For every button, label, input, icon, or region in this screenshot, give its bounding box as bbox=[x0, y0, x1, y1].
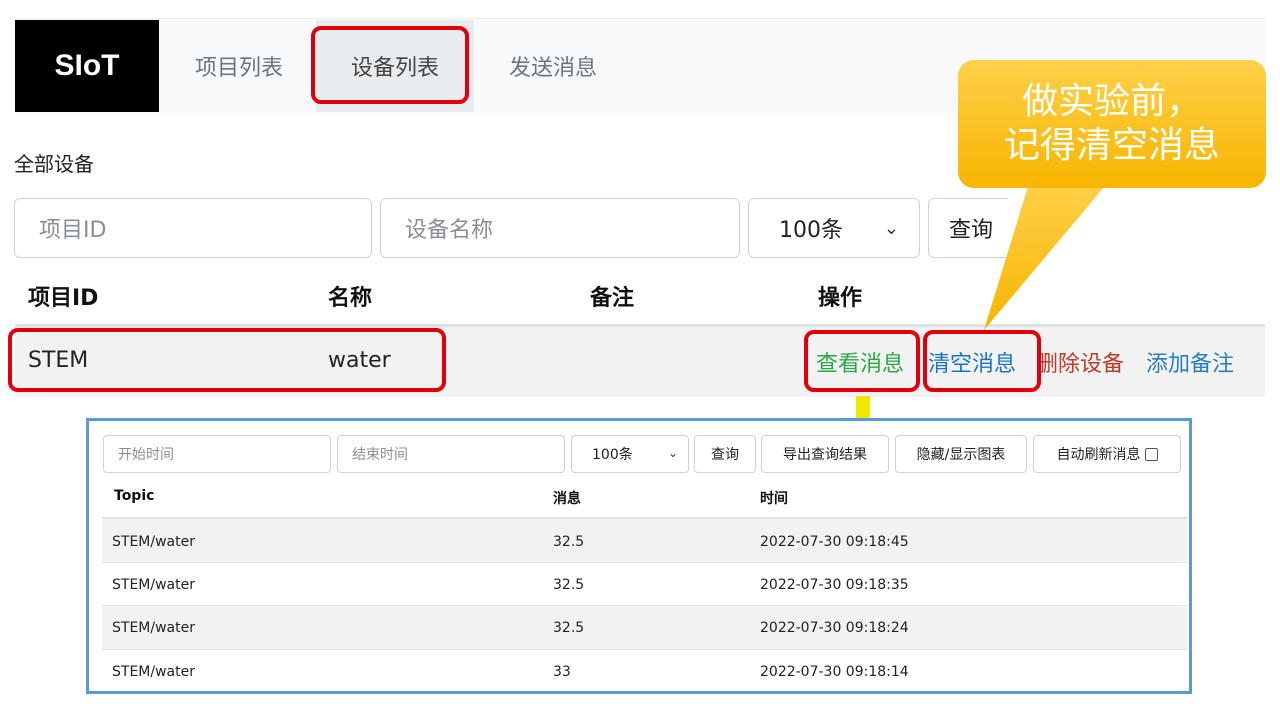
nav-item-send-message[interactable]: 发送消息 bbox=[488, 20, 618, 112]
table-row-stripe bbox=[102, 519, 1187, 562]
chevron-down-icon: ⌄ bbox=[667, 446, 678, 460]
add-note-link[interactable]: 添加备注 bbox=[1146, 346, 1234, 378]
callout-line-2: 记得清空消息 bbox=[1003, 125, 1220, 166]
col-header-time: 时间 bbox=[760, 491, 788, 507]
col-header-project-id: 项目ID bbox=[28, 286, 99, 311]
messages-limit-select[interactable]: 100条 ⌄ bbox=[571, 435, 689, 473]
cell-message: 32.5 bbox=[553, 577, 585, 593]
start-time-placeholder: 开始时间 bbox=[118, 447, 174, 463]
auto-refresh-label: 自动刷新消息 bbox=[1056, 447, 1141, 463]
device-name-input[interactable]: 设备名称 bbox=[380, 198, 740, 258]
auto-refresh-checkbox[interactable] bbox=[1144, 447, 1158, 461]
reminder-callout: 做实验前， 记得清空消息 bbox=[958, 60, 1266, 188]
messages-query-button[interactable]: 查询 bbox=[694, 435, 756, 473]
cell-message: 33 bbox=[553, 664, 571, 680]
messages-limit-value: 100条 bbox=[592, 447, 633, 463]
highlight-devices-tab bbox=[311, 26, 469, 104]
brand-logo[interactable]: SIoT bbox=[15, 20, 159, 112]
col-header-actions: 操作 bbox=[818, 286, 863, 311]
device-name-placeholder: 设备名称 bbox=[405, 218, 494, 243]
query-button[interactable]: 查询 bbox=[928, 198, 1008, 258]
end-time-placeholder: 结束时间 bbox=[352, 447, 408, 463]
col-header-message: 消息 bbox=[553, 491, 581, 507]
nav-item-projects[interactable]: 项目列表 bbox=[175, 20, 303, 112]
toggle-chart-button[interactable]: 隐藏/显示图表 bbox=[895, 435, 1027, 473]
cell-topic: STEM/water bbox=[112, 620, 195, 636]
row-divider bbox=[102, 649, 1187, 650]
cell-time: 2022-07-30 09:18:45 bbox=[760, 534, 909, 550]
section-title: 全部设备 bbox=[14, 152, 94, 176]
limit-select[interactable]: 100条 ⌄ bbox=[748, 198, 920, 258]
cell-time: 2022-07-30 09:18:35 bbox=[760, 577, 909, 593]
row-divider bbox=[102, 562, 1187, 563]
callout-line-1: 做实验前， bbox=[1021, 81, 1202, 122]
cell-topic: STEM/water bbox=[112, 534, 195, 550]
cell-message: 32.5 bbox=[553, 534, 585, 550]
limit-select-value: 100条 bbox=[779, 218, 843, 243]
cell-time: 2022-07-30 09:18:24 bbox=[760, 620, 909, 636]
cell-topic: STEM/water bbox=[112, 664, 195, 680]
cell-time: 2022-07-30 09:18:14 bbox=[760, 664, 909, 680]
cell-message: 32.5 bbox=[553, 620, 585, 636]
delete-device-link[interactable]: 删除设备 bbox=[1036, 346, 1124, 378]
project-id-input[interactable]: 项目ID bbox=[14, 198, 372, 258]
highlight-device-row bbox=[8, 328, 446, 392]
table-row-stripe bbox=[102, 606, 1187, 649]
auto-refresh-toggle[interactable]: 自动刷新消息 bbox=[1033, 435, 1181, 473]
highlight-view-messages bbox=[804, 330, 920, 392]
project-id-placeholder: 项目ID bbox=[39, 218, 107, 243]
export-results-button[interactable]: 导出查询结果 bbox=[761, 435, 889, 473]
start-time-input[interactable]: 开始时间 bbox=[103, 435, 331, 473]
col-header-note: 备注 bbox=[590, 286, 635, 311]
query-button-label: 查询 bbox=[949, 218, 994, 243]
end-time-input[interactable]: 结束时间 bbox=[337, 435, 565, 473]
col-header-topic: Topic bbox=[114, 488, 155, 504]
chevron-down-icon: ⌄ bbox=[883, 218, 899, 239]
cell-topic: STEM/water bbox=[112, 577, 195, 593]
highlight-clear-messages bbox=[923, 330, 1041, 392]
col-header-name: 名称 bbox=[328, 286, 373, 311]
